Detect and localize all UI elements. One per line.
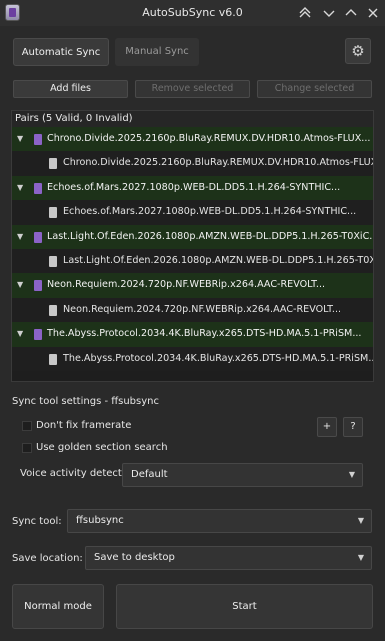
pair-row-video[interactable]: ▼ Chrono.Divide.2025.2160p.BluRay.REMUX.… [12,127,373,152]
video-filename: Chrono.Divide.2025.2160p.BluRay.REMUX.DV… [47,133,371,144]
vad-label: Voice activity detector [20,468,133,479]
subtitle-file-icon [49,207,57,219]
chevron-down-icon: ▼ [357,516,364,525]
subtitle-file-icon [49,353,57,365]
pair-row-subtitle[interactable]: Echoes.of.Mars.2027.1080p.WEB-DL.DD5.1.H… [12,200,373,225]
video-filename: Echoes.of.Mars.2027.1080p.WEB-DL.DD5.1.H… [47,181,341,193]
keep-above-icon[interactable] [296,4,314,22]
pair-row-video[interactable]: ▼ The.Abyss.Protocol.2034.4K.BluRay.x265… [12,322,373,347]
expand-arrow-icon[interactable]: ▼ [17,176,23,200]
add-argument-button[interactable]: + [317,417,337,437]
sync-tool-value: ffsubsync [76,515,124,526]
video-file-icon [34,134,42,145]
save-location-select[interactable]: Save to desktop ▼ [85,546,372,570]
pair-row-subtitle[interactable]: Last.Light.Of.Eden.2026.1080p.AMZN.WEB-D… [12,248,373,274]
change-selected-button[interactable]: Change selected [257,80,372,98]
subtitle-file-icon [49,304,57,316]
subtitle-filename: Chrono.Divide.2025.2160p.BluRay.REMUX.DV… [63,157,373,169]
save-location-value: Save to desktop [94,552,175,563]
golden-section-checkbox[interactable] [22,443,32,453]
video-file-icon [34,280,42,292]
pair-row-subtitle[interactable]: The.Abyss.Protocol.2034.4K.BluRay.x265.D… [12,346,373,371]
expand-arrow-icon[interactable]: ▼ [17,273,23,297]
pairs-header: Pairs (5 Valid, 0 Invalid) [12,111,373,127]
start-button[interactable]: Start [116,584,373,629]
pairs-tree[interactable]: Pairs (5 Valid, 0 Invalid) ▼ Chrono.Divi… [11,110,374,382]
dont-fix-framerate-checkbox[interactable] [22,421,32,431]
gear-icon: ⚙ [351,42,365,60]
expand-arrow-icon[interactable]: ▼ [17,127,23,151]
pair-row-video[interactable]: ▼ Neon.Requiem.2024.720p.NF.WEBRip.x264.… [12,273,373,298]
subtitle-filename: The.Abyss.Protocol.2034.4K.BluRay.x265.D… [63,352,373,364]
video-filename: Last.Light.Of.Eden.2026.1080p.AMZN.WEB-D… [47,230,373,242]
chevron-down-icon: ▼ [348,470,355,479]
expand-arrow-icon[interactable]: ▼ [17,225,23,249]
remove-selected-button[interactable]: Remove selected [135,80,250,98]
sync-tool-select[interactable]: ffsubsync ▼ [67,509,372,533]
video-filename: The.Abyss.Protocol.2034.4K.BluRay.x265.D… [47,328,362,340]
tab-automatic-sync[interactable]: Automatic Sync [13,38,109,66]
expand-arrow-icon[interactable]: ▼ [17,322,23,346]
golden-section-label: Use golden section search [36,442,168,453]
vad-value: Default [131,469,168,480]
save-location-label: Save location: [12,553,83,564]
pair-row-subtitle[interactable]: Chrono.Divide.2025.2160p.BluRay.REMUX.DV… [12,151,373,176]
dont-fix-framerate-label: Don't fix framerate [36,420,132,431]
video-file-icon [34,231,42,243]
pair-row-subtitle[interactable]: Neon.Requiem.2024.720p.NF.WEBRip.x264.AA… [12,297,373,323]
minimize-icon[interactable] [320,4,338,22]
pair-row-video[interactable]: ▼ Echoes.of.Mars.2027.1080p.WEB-DL.DD5.1… [12,175,373,201]
sync-tool-label: Sync tool: [12,516,62,527]
video-file-icon [34,182,42,194]
settings-section-title: Sync tool settings - ffsubsync [12,396,159,407]
subtitle-filename: Echoes.of.Mars.2027.1080p.WEB-DL.DD5.1.H… [63,206,357,218]
close-icon[interactable] [364,4,382,22]
pair-row-video[interactable]: ▼ Last.Light.Of.Eden.2026.1080p.AMZN.WEB… [12,224,373,249]
help-button[interactable]: ? [343,417,363,437]
subtitle-file-icon [49,158,57,170]
normal-mode-button[interactable]: Normal mode [12,584,104,629]
add-files-button[interactable]: Add files [13,80,128,98]
settings-button[interactable]: ⚙ [345,38,371,64]
subtitle-filename: Neon.Requiem.2024.720p.NF.WEBRip.x264.AA… [63,303,342,315]
maximize-icon[interactable] [342,4,360,22]
vad-select[interactable]: Default ▼ [122,463,363,487]
tab-manual-sync[interactable]: Manual Sync [115,38,199,66]
subtitle-file-icon [49,255,57,267]
title-bar: AutoSubSync v6.0 [0,0,385,26]
subtitle-filename: Last.Light.Of.Eden.2026.1080p.AMZN.WEB-D… [63,254,373,266]
video-filename: Neon.Requiem.2024.720p.NF.WEBRip.x264.AA… [47,279,326,291]
chevron-down-icon: ▼ [357,553,364,562]
video-file-icon [34,329,42,341]
